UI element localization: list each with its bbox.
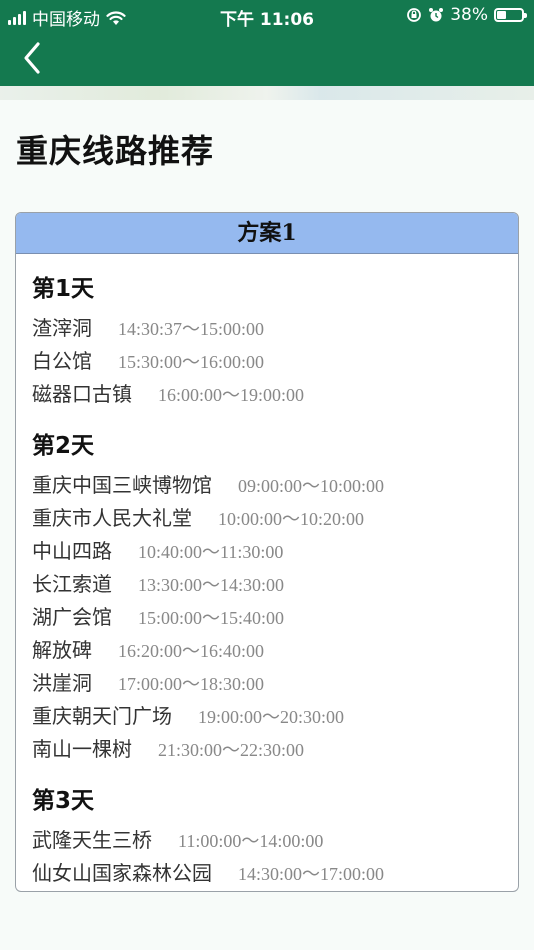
page-title: 重庆线路推荐 [16, 132, 215, 170]
stop-name: 洪崖洞 [32, 671, 92, 695]
back-chevron-icon [24, 42, 40, 74]
plan-title: 方案1 [16, 213, 518, 254]
stop-name: 南山一棵树 [32, 737, 132, 761]
stop-name: 重庆中国三峡博物馆 [32, 473, 212, 497]
stop-time: 14:30:37～15:00:00 [118, 319, 265, 339]
stop-name: 磁器口古镇 [32, 382, 132, 406]
day-heading: 第2天 [32, 433, 95, 459]
stop-name: 仙女山国家森林公园 [32, 861, 212, 885]
stop-time: 16:00:00～19:00:00 [158, 385, 305, 405]
stop-time: 21:30:00～22:30:00 [158, 740, 305, 760]
stop-time: 10:40:00～11:30:00 [138, 542, 284, 562]
day-separator [32, 766, 502, 784]
rotation-lock-icon [407, 8, 422, 22]
stop-time: 17:00:00～18:30:00 [118, 674, 265, 694]
stop-time: 14:30:00～17:00:00 [238, 864, 385, 884]
stop-name: 解放碑 [32, 638, 92, 662]
itinerary-stop[interactable]: 白公馆 15:30:00～16:00:00 [32, 345, 502, 378]
itinerary-stop[interactable]: 中山四路 10:40:00～11:30:00 [32, 535, 502, 568]
app-header: 中国移动 下午 11:06 38% [0, 0, 534, 86]
stop-name: 渣滓洞 [32, 316, 92, 340]
day-separator [32, 411, 502, 429]
stop-time: 09:00:00～10:00:00 [238, 476, 385, 496]
stop-time: 16:20:00～16:40:00 [118, 641, 265, 661]
itinerary-stop[interactable]: 磁器口古镇 16:00:00～19:00:00 [32, 378, 502, 411]
plan-card: 方案1 第1天渣滓洞 14:30:37～15:00:00 白公馆 15:30:00～1… [15, 212, 519, 892]
itinerary-stop[interactable]: 仙女山国家森林公园 14:30:00～17:00:00 [32, 857, 502, 890]
status-right: 38% [406, 5, 527, 25]
itinerary-stop[interactable]: 重庆朝天门广场 19:00:00～20:30:00 [32, 700, 502, 733]
stop-time: 11:00:00～14:00:00 [178, 831, 324, 851]
alarm-icon [429, 8, 444, 22]
stop-name: 重庆市人民大礼堂 [32, 506, 192, 530]
itinerary-stop[interactable]: 解放碑 16:20:00～16:40:00 [32, 634, 502, 667]
itinerary-stop[interactable]: 洪崖洞 17:00:00～18:30:00 [32, 667, 502, 700]
day-heading: 第3天 [32, 788, 95, 814]
stop-name: 武隆天生三桥 [32, 828, 152, 852]
plan-itinerary: 第1天渣滓洞 14:30:37～15:00:00 白公馆 15:30:00～16:00… [16, 254, 518, 890]
itinerary-stop[interactable]: 湖广会馆 15:00:00～15:40:00 [32, 601, 502, 634]
itinerary-stop[interactable]: 南山一棵树 21:30:00～22:30:00 [32, 733, 502, 766]
stop-time: 15:30:00～16:00:00 [118, 352, 265, 372]
stop-name: 重庆朝天门广场 [32, 704, 172, 728]
battery-icon [494, 8, 527, 22]
day-heading: 第1天 [32, 276, 95, 302]
battery-percent: 38% [450, 5, 488, 25]
stop-name: 长江索道 [32, 572, 112, 596]
stop-name: 湖广会馆 [32, 605, 112, 629]
itinerary-stop[interactable]: 渣滓洞 14:30:37～15:00:00 [32, 312, 502, 345]
itinerary-stop[interactable]: 长江索道 13:30:00～14:30:00 [32, 568, 502, 601]
stop-time: 19:00:00～20:30:00 [198, 707, 345, 727]
stop-time: 15:00:00～15:40:00 [138, 608, 285, 628]
stop-name: 中山四路 [32, 539, 112, 563]
map-preview-strip [0, 86, 534, 100]
itinerary-stop[interactable]: 武隆天生三桥 11:00:00～14:00:00 [32, 824, 502, 857]
status-bar: 中国移动 下午 11:06 38% [0, 0, 534, 32]
stop-time: 13:30:00～14:30:00 [138, 575, 285, 595]
itinerary-stop[interactable]: 重庆中国三峡博物馆 09:00:00～10:00:00 [32, 469, 502, 502]
back-button[interactable] [18, 38, 52, 78]
stop-time: 10:00:00～10:20:00 [218, 509, 365, 529]
itinerary-stop[interactable]: 重庆市人民大礼堂 10:00:00～10:20:00 [32, 502, 502, 535]
stop-name: 白公馆 [32, 349, 92, 373]
